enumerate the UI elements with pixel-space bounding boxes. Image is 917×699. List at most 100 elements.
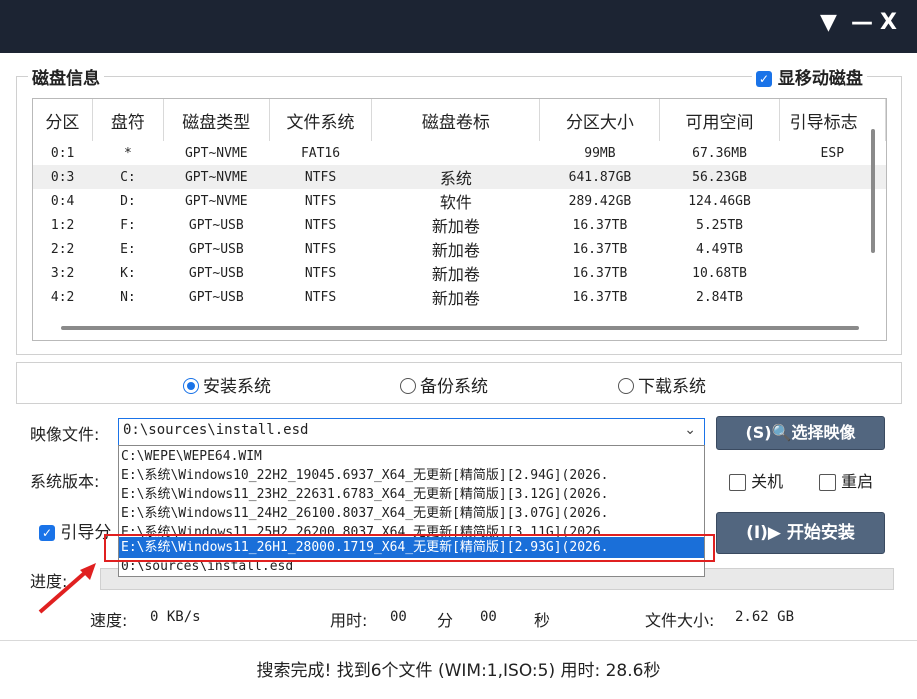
table-cell: NTFS bbox=[304, 193, 337, 209]
table-header-row: 分区 盘符 磁盘类型 文件系统 磁盘卷标 分区大小 可用空间 引导标志 bbox=[33, 99, 886, 141]
close-button[interactable]: X bbox=[880, 10, 897, 35]
column-header[interactable]: 可用空间 bbox=[659, 99, 780, 141]
radio-download-label: 下载系统 bbox=[638, 377, 706, 397]
image-file-select[interactable]: 0:\sources\install.esd ⌄ bbox=[118, 418, 705, 446]
column-header[interactable]: 磁盘卷标 bbox=[371, 99, 541, 141]
checkbox-empty-icon bbox=[819, 474, 836, 491]
table-row[interactable]: 2:2 E: GPT~USB NTFS 新加卷 16.37TB 4.49TB bbox=[33, 237, 886, 261]
table-cell: C: bbox=[92, 165, 164, 189]
file-size-value: 2.62 GB bbox=[735, 609, 795, 625]
show-removable-label: 显移动磁盘 bbox=[777, 69, 863, 89]
show-removable-checkbox[interactable]: ✓ 显移动磁盘 bbox=[752, 64, 867, 89]
table-cell: 2.84TB bbox=[696, 289, 743, 305]
radio-empty-icon bbox=[618, 378, 634, 394]
table-cell: GPT~USB bbox=[188, 241, 244, 257]
table-cell: 新加卷 bbox=[431, 289, 480, 308]
table-cell: * bbox=[123, 145, 132, 161]
table-row[interactable]: 0:4 D: GPT~NVME NTFS 软件 289.42GB 124.46GB bbox=[33, 189, 886, 213]
dropdown-option[interactable]: E:\系统\Windows11_24H2_26100.8037_X64_无更新[… bbox=[119, 503, 704, 524]
radio-download[interactable]: 下载系统 bbox=[618, 372, 706, 397]
title-bar: ▼ — X bbox=[0, 0, 917, 53]
table-cell: 新加卷 bbox=[431, 265, 480, 284]
checkbox-checked-icon: ✓ bbox=[39, 525, 55, 541]
vertical-scrollbar[interactable] bbox=[871, 129, 875, 253]
table-cell: 641.87GB bbox=[539, 165, 660, 189]
minimize-button[interactable]: — bbox=[851, 10, 873, 35]
table-cell: 3:2 bbox=[50, 265, 75, 281]
radio-install[interactable]: 安装系统 bbox=[183, 372, 271, 397]
table-cell: 系统 bbox=[371, 165, 540, 189]
table-cell: 1:2 bbox=[50, 217, 75, 233]
table-row[interactable]: 1:2 F: GPT~USB NTFS 新加卷 16.37TB 5.25TB bbox=[33, 213, 886, 237]
checkbox-checked-icon: ✓ bbox=[756, 71, 772, 87]
table-cell: N: bbox=[120, 289, 136, 305]
table-row[interactable]: 0:1 * GPT~NVME FAT16 99MB 67.36MB ESP bbox=[33, 141, 886, 165]
file-size-label: 文件大小: bbox=[645, 611, 715, 630]
column-header[interactable]: 分区 bbox=[33, 99, 93, 141]
second-unit: 秒 bbox=[534, 611, 551, 630]
table-cell: GPT~NVME bbox=[184, 193, 248, 209]
shutdown-checkbox[interactable]: 关机 bbox=[729, 468, 783, 492]
column-header[interactable]: 分区大小 bbox=[539, 99, 661, 141]
column-header[interactable]: 文件系统 bbox=[269, 99, 373, 141]
table-cell: 99MB bbox=[584, 145, 616, 161]
status-divider bbox=[0, 640, 917, 641]
menu-dropdown-icon[interactable]: ▼ bbox=[820, 10, 837, 35]
table-cell: ESP bbox=[820, 145, 845, 161]
table-row[interactable]: 3:2 K: GPT~USB NTFS 新加卷 16.37TB 10.68TB bbox=[33, 261, 886, 285]
table-cell: 67.36MB bbox=[692, 145, 747, 161]
minute-unit: 分 bbox=[437, 611, 454, 630]
dropdown-option[interactable]: C:\WEPE\WEPE64.WIM bbox=[119, 446, 704, 467]
select-image-button[interactable]: (S)🔍选择映像 bbox=[716, 416, 885, 450]
table-cell: NTFS bbox=[269, 165, 372, 189]
table-cell bbox=[779, 189, 885, 213]
radio-selected-icon bbox=[183, 378, 199, 394]
image-file-value: 0:\sources\install.esd bbox=[123, 422, 309, 438]
disk-table[interactable]: 分区 盘符 磁盘类型 文件系统 磁盘卷标 分区大小 可用空间 引导标志 0:1 *… bbox=[32, 98, 887, 341]
table-cell: D: bbox=[120, 193, 136, 209]
table-cell: GPT~USB bbox=[188, 289, 244, 305]
table-cell: 新加卷 bbox=[431, 217, 480, 236]
table-cell: FAT16 bbox=[300, 145, 341, 161]
column-header[interactable]: 盘符 bbox=[92, 99, 165, 141]
time-seconds: 00 bbox=[480, 609, 497, 625]
table-cell: GPT~NVME bbox=[184, 145, 248, 161]
radio-backup[interactable]: 备份系统 bbox=[400, 372, 488, 397]
table-cell: 10.68TB bbox=[692, 265, 747, 281]
dropdown-option[interactable]: E:\系统\Windows10_22H2_19045.6937_X64_无更新[… bbox=[119, 465, 704, 486]
column-header[interactable]: 引导标志 bbox=[779, 99, 886, 141]
start-install-button[interactable]: (I)▶ 开始安装 bbox=[716, 512, 885, 554]
table-cell: NTFS bbox=[304, 241, 337, 257]
table-cell: F: bbox=[120, 217, 136, 233]
image-file-label: 映像文件: bbox=[30, 425, 100, 444]
table-cell: 0:3 bbox=[33, 165, 93, 189]
table-cell: 289.42GB bbox=[568, 193, 632, 209]
table-cell bbox=[779, 285, 885, 309]
horizontal-scrollbar[interactable] bbox=[61, 326, 859, 330]
time-minutes: 00 bbox=[390, 609, 407, 625]
chevron-down-icon[interactable]: ⌄ bbox=[684, 422, 696, 438]
table-cell: GPT~USB bbox=[188, 265, 244, 281]
table-cell: 124.46GB bbox=[688, 193, 751, 209]
table-row[interactable]: 4:2 N: GPT~USB NTFS 新加卷 16.37TB 2.84TB bbox=[33, 285, 886, 309]
checkbox-empty-icon bbox=[729, 474, 746, 491]
speed-label: 速度: bbox=[90, 611, 128, 630]
boot-partition-checkbox[interactable]: ✓ 引导分 bbox=[39, 518, 111, 543]
table-cell: K: bbox=[120, 265, 136, 281]
table-cell bbox=[779, 237, 885, 261]
restart-checkbox[interactable]: 重启 bbox=[819, 468, 873, 492]
table-cell: 0:4 bbox=[50, 193, 75, 209]
table-cell: 新加卷 bbox=[431, 241, 480, 260]
table-cell: 16.37TB bbox=[572, 289, 628, 305]
table-row[interactable]: 0:3 C: GPT~NVME NTFS 系统 641.87GB 56.23GB bbox=[33, 165, 886, 189]
table-cell: 2:2 bbox=[50, 241, 75, 257]
table-cell: 16.37TB bbox=[572, 265, 628, 281]
status-text: 搜索完成! 找到6个文件 (WIM:1,ISO:5) 用时: 28.6秒 bbox=[256, 661, 661, 681]
table-cell bbox=[779, 261, 885, 285]
dropdown-option[interactable]: E:\系统\Windows11_23H2_22631.6783_X64_无更新[… bbox=[119, 484, 704, 505]
restart-label: 重启 bbox=[841, 472, 874, 491]
radio-empty-icon bbox=[400, 378, 416, 394]
table-cell: 5.25TB bbox=[696, 217, 743, 233]
table-cell: 0:1 bbox=[50, 145, 75, 161]
column-header[interactable]: 磁盘类型 bbox=[163, 99, 270, 141]
